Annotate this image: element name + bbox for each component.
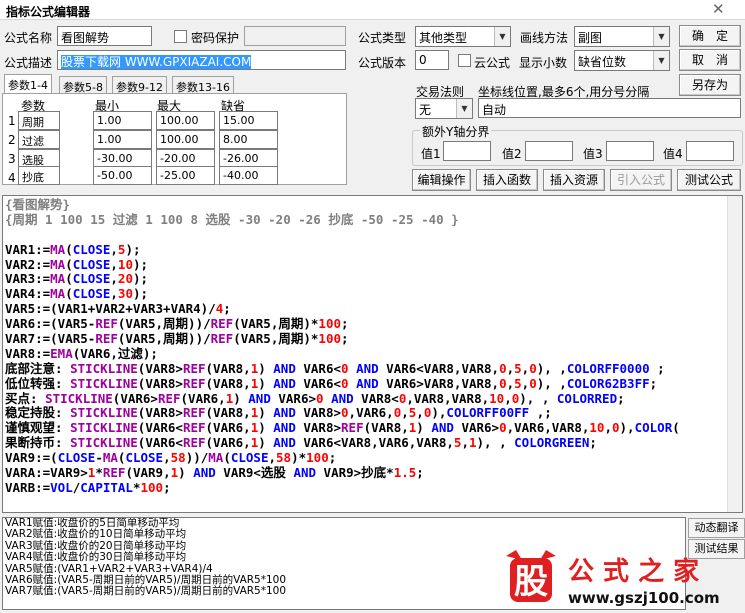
param-row-number: 3 xyxy=(8,152,16,166)
code-line: VAR9:=(CLOSE-MA(CLOSE,58))/MA(CLOSE,58)*… xyxy=(5,450,337,466)
code-line: VAR2:=MA(CLOSE,10); xyxy=(5,256,149,272)
desc-selected-text: 股票下载网 WWW.GPXIAZAI.COM xyxy=(61,55,252,69)
code-editor[interactable]: {看图解势} {周期 1 100 15 过滤 1 100 8 选股 -30 -20… xyxy=(2,195,743,513)
code-line: 谨慎观望: STICKLINE(VAR6<REF(VAR6,1) AND VAR… xyxy=(5,420,680,436)
tab-params-5-8[interactable]: 参数5-8 xyxy=(59,76,107,94)
code-line: {看图解势} xyxy=(5,197,71,212)
trade-select-value: 无 xyxy=(419,103,432,117)
y3-input[interactable] xyxy=(606,141,654,161)
code-line: VAR3:=MA(CLOSE,20); xyxy=(5,271,149,287)
code-line: 稳定持股: STICKLINE(VAR8>REF(VAR8,1) AND VAR… xyxy=(5,405,552,421)
trade-select[interactable]: 无 ▼ xyxy=(415,98,473,119)
decimal-select-value: 缺省位数 xyxy=(578,55,627,69)
param-max-input[interactable]: 100.00 xyxy=(156,111,215,130)
param-row-number: 4 xyxy=(8,171,16,185)
y2-label: 值2 xyxy=(502,147,522,161)
draw-select-value: 副图 xyxy=(578,31,603,45)
y1-input[interactable] xyxy=(443,141,491,161)
code-line: VARB:=VOL/CAPITAL*100; xyxy=(5,479,171,495)
test-formula-button[interactable]: 测试公式 xyxy=(677,169,741,191)
tab-params-9-12[interactable]: 参数9-12 xyxy=(112,76,167,94)
site-logo: 股 公 式 之 家 www.gszj100.com xyxy=(500,548,740,610)
code-line: VARA:=VAR9>1*REF(VAR9,1) AND VAR9<选股 AND… xyxy=(5,465,424,481)
formula-desc-input[interactable]: 股票下载网 WWW.GPXIAZAI.COM xyxy=(57,50,346,70)
cloud-checkbox[interactable] xyxy=(458,54,471,67)
param-default-input[interactable]: 15.00 xyxy=(219,111,278,130)
y2-input[interactable] xyxy=(525,141,573,161)
import-formula-button[interactable]: 引入公式 xyxy=(610,169,672,191)
code-line: VAR8:=EMA(VAR6,过滤); xyxy=(5,345,158,361)
decimal-label: 显示小数 xyxy=(519,56,568,70)
formula-name-input[interactable]: 看图解势 xyxy=(57,26,152,46)
window-title: 指标公式编辑器 xyxy=(6,5,91,19)
decimal-select[interactable]: 缺省位数 ▼ xyxy=(574,50,670,71)
params-panel: 参数 最小 最大 缺省 1 周期 1.00 100.00 15.00 2 过滤 … xyxy=(2,93,347,185)
param-min-input[interactable]: -50.00 xyxy=(93,166,152,185)
desc-label: 公式描述 xyxy=(4,56,53,70)
tab-params-1-4[interactable]: 参数1-4 xyxy=(4,74,52,94)
close-icon[interactable]: ✕ xyxy=(712,0,725,18)
cloud-label: 云公式 xyxy=(474,56,511,70)
dynamic-translate-tab[interactable]: 动态翻译 xyxy=(688,518,745,538)
code-line: 买点: STICKLINE(VAR6>REF(VAR6,1) AND VAR6>… xyxy=(5,390,625,406)
code-line: VAR1:=MA(CLOSE,5); xyxy=(5,241,141,257)
code-line: VAR5:=(VAR1+VAR2+VAR3+VAR4)/4; xyxy=(5,301,231,317)
tab-params-13-16[interactable]: 参数13-16 xyxy=(172,76,234,94)
chevron-down-icon: ▼ xyxy=(653,27,669,46)
yaxis-label: 额外Y轴分界 xyxy=(420,123,492,140)
param-min-input[interactable]: 1.00 xyxy=(93,130,152,149)
param-min-input[interactable]: 1.00 xyxy=(93,111,152,130)
code-line: 果断持币: STICKLINE(VAR6<REF(VAR6,1) AND VAR… xyxy=(5,435,597,451)
code-line: 底部注意: STICKLINE(VAR8>REF(VAR8,1) AND VAR… xyxy=(5,360,665,376)
y1-label: 值1 xyxy=(421,147,441,161)
code-line: 低位转强: STICKLINE(VAR8>REF(VAR8,1) AND VAR… xyxy=(5,375,658,391)
y3-label: 值3 xyxy=(583,147,603,161)
editor-scrollbar[interactable] xyxy=(727,196,742,512)
param-name-input[interactable]: 抄底 xyxy=(18,166,60,185)
name-label: 公式名称 xyxy=(4,31,53,45)
code-line: VAR4:=MA(CLOSE,30); xyxy=(5,286,149,302)
draw-label: 画线方法 xyxy=(520,31,569,45)
param-row-number: 2 xyxy=(8,133,16,147)
param-default-input[interactable]: -40.00 xyxy=(219,166,278,185)
saveas-button[interactable]: 另存为 xyxy=(679,74,741,96)
title-bar: 指标公式编辑器 ✕ xyxy=(0,0,745,20)
type-select-value: 其他类型 xyxy=(419,31,468,45)
svg-text:公 式 之 家: 公 式 之 家 xyxy=(568,556,699,587)
code-line: {周期 1 100 15 过滤 1 100 8 选股 -30 -20 -26 抄… xyxy=(5,211,459,227)
password-input xyxy=(244,26,346,46)
draw-select[interactable]: 副图 ▼ xyxy=(574,26,670,47)
param-row-number: 1 xyxy=(8,114,16,128)
password-label: 密码保护 xyxy=(191,31,240,45)
chevron-down-icon: ▼ xyxy=(494,27,510,46)
svg-text:股: 股 xyxy=(514,562,548,602)
code-line: VAR7:=(VAR5-REF(VAR5,周期))/REF(VAR5,周期)*1… xyxy=(5,331,349,347)
svg-text:www.gszj100.com: www.gszj100.com xyxy=(568,589,720,607)
ok-button[interactable]: 确 定 xyxy=(679,25,741,47)
type-label: 公式类型 xyxy=(358,31,407,45)
edit-ops-button[interactable]: 编辑操作 xyxy=(412,169,471,191)
code-line: VAR6:=(VAR5-REF(VAR5,周期))/REF(VAR5,周期)*1… xyxy=(5,316,349,332)
password-checkbox[interactable] xyxy=(174,30,187,43)
chevron-down-icon: ▼ xyxy=(456,99,472,118)
code-text: {看图解势} {周期 1 100 15 过滤 1 100 8 选股 -30 -20… xyxy=(5,197,680,496)
param-max-input[interactable]: 100.00 xyxy=(156,130,215,149)
param-name-input[interactable]: 过滤 xyxy=(18,130,60,149)
version-label: 公式版本 xyxy=(358,56,407,70)
type-select[interactable]: 其他类型 ▼ xyxy=(415,26,511,47)
cancel-button[interactable]: 取 消 xyxy=(679,49,741,71)
insert-resource-button[interactable]: 插入资源 xyxy=(543,169,605,191)
param-max-input[interactable]: -25.00 xyxy=(156,166,215,185)
version-input[interactable]: 0 xyxy=(415,50,449,70)
param-name-input[interactable]: 周期 xyxy=(18,111,60,130)
insert-function-button[interactable]: 插入函数 xyxy=(476,169,538,191)
coord-input[interactable]: 自动 xyxy=(478,98,741,118)
y4-input[interactable] xyxy=(686,141,734,161)
y4-label: 值4 xyxy=(663,147,683,161)
chevron-down-icon: ▼ xyxy=(653,51,669,70)
param-default-input[interactable]: 8.00 xyxy=(219,130,278,149)
